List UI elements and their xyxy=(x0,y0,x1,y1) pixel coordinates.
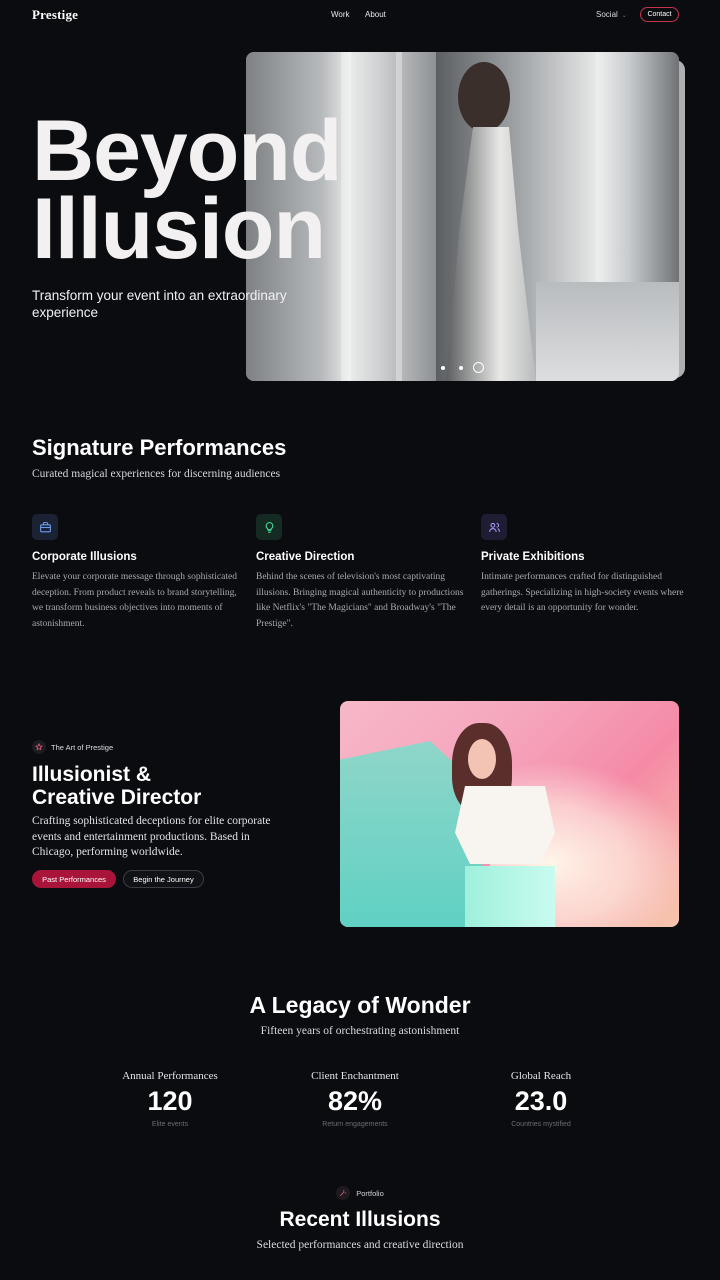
hero-title-line2: Illusion xyxy=(32,181,326,277)
nav-link-work[interactable]: Work xyxy=(331,10,350,19)
card-title: Creative Direction xyxy=(256,551,355,563)
star-icon xyxy=(32,740,46,754)
nav-link-about[interactable]: About xyxy=(365,10,386,19)
stat-label: Annual Performances xyxy=(122,1070,218,1082)
stat-note: Countries mystified xyxy=(511,1121,571,1128)
sparkle-icon xyxy=(336,1186,351,1200)
legacy-subtitle: Fifteen years of orchestrating astonishm… xyxy=(260,1025,460,1037)
card-text: Behind the scenes of television's most c… xyxy=(256,572,464,629)
stat-value: 23.0 xyxy=(514,1086,568,1116)
contact-button[interactable]: Contact xyxy=(640,7,679,22)
carousel-dot-active[interactable] xyxy=(473,362,484,373)
about-badge: The Art of Prestige xyxy=(32,740,113,754)
social-label: Social xyxy=(596,10,618,19)
carousel-dot-1[interactable] xyxy=(441,366,445,370)
portfolio-title: Recent Illusions xyxy=(279,1208,441,1231)
stat-note: Return engagements xyxy=(322,1121,388,1128)
stat-annual-performances: Annual Performances 120 Elite events xyxy=(90,1070,250,1128)
carousel-dot-2[interactable] xyxy=(459,366,463,370)
stat-value: 120 xyxy=(147,1086,193,1116)
top-nav: Prestige Work About Social ⌄ Contact xyxy=(0,0,720,30)
card-title: Private Exhibitions xyxy=(481,551,585,563)
about-description: Crafting sophisticated deceptions for el… xyxy=(32,815,271,858)
lightbulb-icon xyxy=(256,514,282,540)
portfolio-badge-label: Portfolio xyxy=(356,1188,384,1198)
logo[interactable]: Prestige xyxy=(32,7,78,23)
card-text: Intimate performances crafted for distin… xyxy=(481,572,684,613)
card-title: Corporate Illusions xyxy=(32,551,137,563)
signature-title: Signature Performances xyxy=(32,435,287,460)
past-performances-button[interactable]: Past Performances xyxy=(32,870,116,888)
stat-label: Client Enchantment xyxy=(311,1070,399,1082)
begin-journey-button[interactable]: Begin the Journey xyxy=(123,870,204,888)
hero-title-line1: Beyond xyxy=(32,103,342,199)
chevron-down-icon: ⌄ xyxy=(621,13,627,19)
portfolio-subtitle: Selected performances and creative direc… xyxy=(256,1239,464,1251)
social-dropdown[interactable]: Social ⌄ xyxy=(596,10,627,19)
users-icon xyxy=(481,514,507,540)
service-card-creative[interactable]: Creative Direction Behind the scenes of … xyxy=(256,514,471,632)
service-card-corporate[interactable]: Corporate Illusions Elevate your corpora… xyxy=(32,514,247,632)
briefcase-icon xyxy=(32,514,58,540)
signature-subtitle: Curated magical experiences for discerni… xyxy=(32,468,281,480)
service-card-private[interactable]: Private Exhibitions Intimate performance… xyxy=(481,514,696,617)
stat-client-enchantment: Client Enchantment 82% Return engagement… xyxy=(275,1070,435,1128)
stat-label: Global Reach xyxy=(510,1070,572,1082)
hero-subtitle: Transform your event into an extraordina… xyxy=(32,288,287,320)
about-title: Illusionist & Creative Director xyxy=(32,763,202,809)
stat-value: 82% xyxy=(327,1086,383,1116)
stat-global-reach: Global Reach 23.0 Countries mystified xyxy=(461,1070,621,1128)
about-badge-label: The Art of Prestige xyxy=(51,742,114,752)
card-text: Elevate your corporate message through s… xyxy=(32,572,237,629)
portrait-photo xyxy=(340,701,679,927)
stat-note: Elite events xyxy=(151,1121,189,1128)
portfolio-badge: Portfolio xyxy=(0,1186,720,1200)
legacy-title: A Legacy of Wonder xyxy=(249,992,471,1018)
